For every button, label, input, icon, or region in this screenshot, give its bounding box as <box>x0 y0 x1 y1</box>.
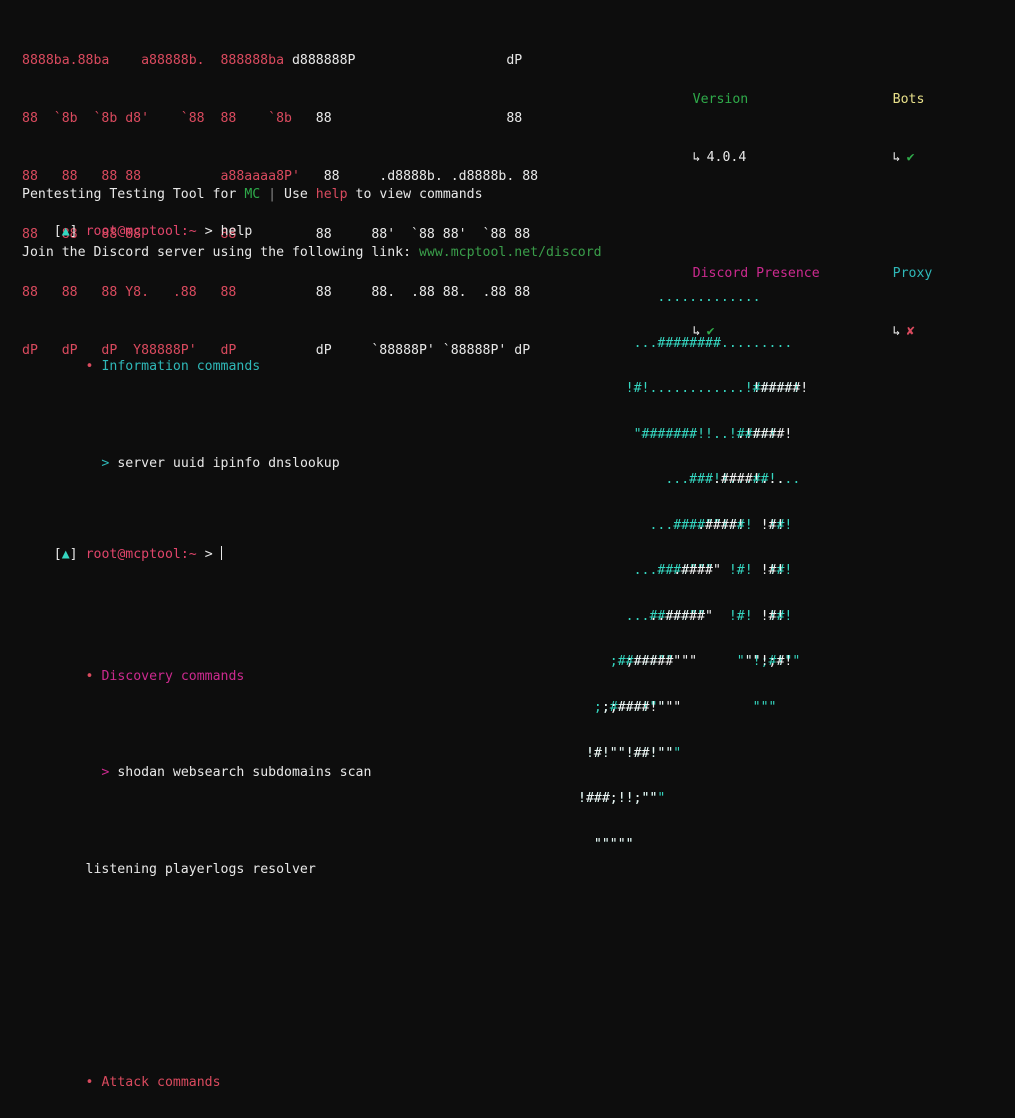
intro-mc-label: MC <box>244 186 261 202</box>
command-group-discovery: • Discovery commands > shodan websearch … <box>22 609 387 938</box>
discord-link[interactable]: www.mcptool.net/discord <box>419 245 602 260</box>
command-group-information: • Information commands > server uuid ipi… <box>22 299 387 531</box>
help-command-output: • Information commands > server uuid ipi… <box>22 241 387 1118</box>
terminal-window: 8888ba.88ba a88888b. 888888ba d888888P d… <box>0 0 1015 1090</box>
ascii-art-line: ;#####""" ""!;#! <box>578 654 825 670</box>
intro-use-text: Use <box>284 186 316 202</box>
bots-arrow-icon: ↳ <box>892 150 901 166</box>
command-group-header: • Discovery commands <box>22 647 387 705</box>
intro-tagline: Pentesting Testing Tool for <box>22 186 245 202</box>
banner-white-segment: d888888P dP <box>291 52 523 68</box>
command-group-body: > shodan websearch subdomains scan <box>22 744 387 802</box>
command-group-title: Information commands <box>101 359 261 375</box>
status-value-row: ↳ 4.0.4 ↳ ✔ <box>645 129 932 165</box>
ascii-art-line: !#####! <box>578 381 825 397</box>
triangle-icon: ▲ <box>61 547 70 563</box>
prompt-line-active[interactable]: [▲] root@mcptool:~ > <box>22 526 223 584</box>
version-value: 4.0.4 <box>706 150 747 166</box>
prompt-user-host: root@mcptool:~ <box>85 547 197 563</box>
prompt-bracket-close: ] <box>69 547 78 563</box>
ascii-art-line: !#!""!##!"" <box>578 745 825 761</box>
command-arrow-icon: > <box>101 765 110 781</box>
proxy-label: Proxy <box>892 266 933 282</box>
command-group-header: • Information commands <box>22 338 387 396</box>
ascii-art-line: .!####! <box>578 426 825 442</box>
status-header-row: Version Bots <box>645 71 932 107</box>
ascii-art-line: """"" <box>578 836 825 852</box>
status-spacer <box>645 187 932 206</box>
ascii-art-line: !###;!!;"" <box>578 791 825 807</box>
prompt-bracket-close: ] <box>69 224 78 240</box>
bots-label: Bots <box>892 92 925 108</box>
ascii-art-line: ;;####!""" <box>578 699 825 715</box>
version-label: Version <box>692 92 749 108</box>
version-arrow-icon: ↳ <box>692 150 701 166</box>
banner-red-segment: 88 `8b `8b d8' `88 88 `8b <box>22 110 292 126</box>
ascii-art-line: .####!... <box>578 472 825 488</box>
bullet-icon: • <box>85 668 94 684</box>
command-list-line[interactable]: shodan websearch subdomains scan <box>117 765 371 780</box>
triangle-icon: ▲ <box>61 224 70 240</box>
banner-line: 88 `8b `8b d8' `88 88 `8b 88 88 <box>22 109 538 128</box>
banner-line: 8888ba.88ba a88888b. 888888ba d888888P d… <box>22 51 538 70</box>
command-group-header: • Attack commands <box>22 1053 387 1111</box>
help-command-hint[interactable]: help <box>316 187 348 202</box>
prompt-bracket-open: [ <box>53 224 62 240</box>
prompt-bracket-open: [ <box>53 547 62 563</box>
command-group-body: > server uuid ipinfo dnslookup <box>22 434 387 492</box>
prompt-arrow: > <box>204 224 213 240</box>
ascii-art-line <box>578 334 824 353</box>
bots-check-icon: ✔ <box>906 150 915 166</box>
command-list-line[interactable]: listening playerlogs resolver <box>86 862 316 877</box>
intro-separator: | <box>260 186 285 202</box>
intro-line-1: Pentesting Testing Tool for MC | Use hel… <box>22 185 602 204</box>
bullet-icon: • <box>85 1074 94 1090</box>
command-group-title: Attack commands <box>101 1074 221 1090</box>
ascii-art-line: .####! !#! <box>578 517 825 533</box>
intro-view-commands-text: to view commands <box>347 186 483 202</box>
prompt-arrow: > <box>204 547 213 563</box>
prompt-user-host: root@mcptool:~ <box>85 224 197 240</box>
pickaxe-ascii-art-white: !#####! .!####! .####!... .####! !#! .##… <box>578 262 824 880</box>
command-group-attack: • Attack commands > fakeproxy login pinl… <box>22 1015 387 1118</box>
proxy-arrow-icon: ↳ <box>892 324 901 340</box>
proxy-cross-icon: ✘ <box>906 324 915 340</box>
ascii-art-line: .####" !#! <box>578 563 825 579</box>
ascii-art-line <box>578 288 824 307</box>
command-list-line[interactable]: server uuid ipinfo dnslookup <box>117 456 339 471</box>
ascii-art-line: ..#####" !#! <box>578 608 825 624</box>
command-group-body-cont: listening playerlogs resolver <box>22 841 387 899</box>
banner-red-segment: 8888ba.88ba a88888b. 888888ba <box>22 52 292 68</box>
executed-command-text: help <box>220 224 253 240</box>
command-group-title: Discovery commands <box>101 668 245 684</box>
banner-white-segment: 88 88 <box>291 110 523 126</box>
text-cursor <box>220 546 223 561</box>
